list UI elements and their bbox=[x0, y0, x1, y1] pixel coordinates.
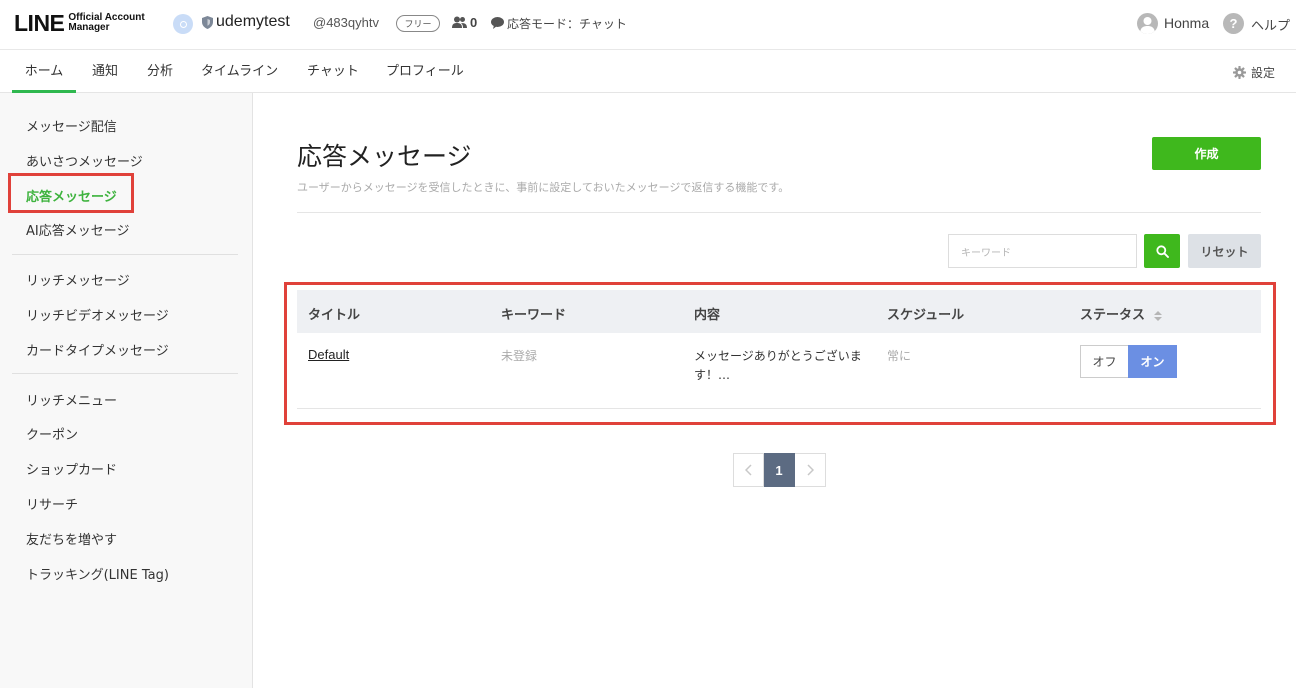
row-title-link[interactable]: Default bbox=[308, 347, 349, 362]
tab-profile[interactable]: プロフィール bbox=[386, 51, 464, 93]
sidebar-item-research[interactable]: リサーチ bbox=[26, 494, 78, 513]
search-button[interactable] bbox=[1144, 234, 1180, 268]
account-id: @483qyhtv bbox=[313, 15, 379, 30]
status-toggle[interactable]: オフ オン bbox=[1080, 345, 1177, 378]
create-button[interactable]: 作成 bbox=[1152, 137, 1261, 170]
page-description: ユーザーからメッセージを受信したときに、事前に設定しておいたメッセージで返信する… bbox=[297, 181, 790, 194]
table-header: タイトル キーワード 内容 スケジュール ステータス bbox=[297, 290, 1261, 333]
sort-icon bbox=[1153, 310, 1162, 321]
column-header-title: タイトル bbox=[308, 308, 361, 323]
user-avatar-icon[interactable] bbox=[1137, 13, 1158, 34]
prev-page-button[interactable] bbox=[733, 453, 764, 487]
sidebar-item-rich-video-message[interactable]: リッチビデオメッセージ bbox=[26, 305, 169, 324]
tab-timeline[interactable]: タイムライン bbox=[201, 51, 278, 93]
sidebar-item-greeting-message[interactable]: あいさつメッセージ bbox=[26, 151, 143, 170]
sidebar-item-ai-response[interactable]: AI応答メッセージ bbox=[26, 220, 129, 239]
sidebar-item-tracking[interactable]: トラッキング(LINE Tag) bbox=[26, 564, 169, 583]
logo-subtitle: Official Account Manager bbox=[68, 12, 145, 33]
next-page-button[interactable] bbox=[795, 453, 826, 487]
keyword-search-input[interactable]: キーワード bbox=[948, 234, 1137, 268]
status-off-button[interactable]: オフ bbox=[1080, 345, 1128, 378]
sidebar-item-shop-card[interactable]: ショップカード bbox=[26, 459, 117, 478]
settings-label: 設定 bbox=[1251, 66, 1276, 80]
account-avatar[interactable] bbox=[173, 14, 193, 34]
friends-count: 0 bbox=[470, 15, 478, 30]
help-icon[interactable]: ? bbox=[1223, 13, 1244, 34]
highlight-box-sidebar bbox=[8, 173, 134, 213]
sidebar-item-coupon[interactable]: クーポン bbox=[26, 424, 78, 443]
tab-chat[interactable]: チャット bbox=[307, 51, 359, 93]
sidebar-item-message-delivery[interactable]: メッセージ配信 bbox=[26, 116, 117, 135]
plan-badge: フリー bbox=[396, 15, 440, 32]
row-schedule: 常に bbox=[887, 349, 912, 363]
page-number-button[interactable]: 1 bbox=[764, 453, 795, 487]
sidebar-divider bbox=[12, 254, 238, 255]
chat-icon bbox=[491, 17, 504, 29]
line-logo[interactable]: LINE Official Account Manager bbox=[14, 10, 145, 36]
column-header-keyword: キーワード bbox=[501, 308, 567, 323]
sidebar-item-rich-menu[interactable]: リッチメニュー bbox=[26, 390, 117, 409]
shield-icon bbox=[202, 16, 213, 29]
row-keyword: 未登録 bbox=[501, 349, 538, 363]
sidebar-item-increase-friends[interactable]: 友だちを増やす bbox=[26, 529, 117, 548]
help-link[interactable]: ヘルプ bbox=[1251, 15, 1290, 34]
tab-home[interactable]: ホーム bbox=[12, 51, 76, 93]
header-divider bbox=[297, 212, 1261, 213]
sidebar-item-card-type-message[interactable]: カードタイプメッセージ bbox=[26, 340, 169, 359]
gear-icon bbox=[1233, 66, 1246, 79]
account-name[interactable]: udemytest bbox=[216, 13, 290, 31]
tab-notifications[interactable]: 通知 bbox=[92, 51, 118, 93]
row-content: メッセージありがとうございます！… bbox=[694, 349, 862, 382]
chevron-left-icon bbox=[745, 464, 752, 476]
column-header-schedule: スケジュール bbox=[887, 308, 965, 323]
pagination: 1 bbox=[733, 453, 826, 487]
chevron-right-icon bbox=[806, 464, 814, 476]
table-row: Default 未登録 メッセージありがとうございます！… 常に オフ オン bbox=[297, 333, 1261, 409]
logo-text: LINE bbox=[14, 10, 65, 36]
sidebar-item-rich-message[interactable]: リッチメッセージ bbox=[26, 270, 130, 289]
column-header-status[interactable]: ステータス bbox=[1080, 304, 1162, 323]
page-title: 応答メッセージ bbox=[297, 142, 472, 171]
reset-button[interactable]: リセット bbox=[1188, 234, 1261, 268]
friends-icon bbox=[452, 16, 467, 28]
settings-button[interactable]: 設定 bbox=[1233, 64, 1275, 81]
response-mode-link[interactable]: 応答モード：チャット bbox=[507, 15, 627, 32]
search-icon bbox=[1155, 244, 1169, 258]
main-nav: ホーム 通知 分析 タイムライン チャット プロフィール 設定 bbox=[0, 51, 1296, 93]
sidebar-divider bbox=[12, 373, 238, 374]
status-on-button[interactable]: オン bbox=[1128, 345, 1177, 378]
column-header-content: 内容 bbox=[694, 308, 721, 323]
top-bar: LINE Official Account Manager udemytest @… bbox=[0, 0, 1296, 50]
tab-analytics[interactable]: 分析 bbox=[147, 51, 173, 93]
user-name[interactable]: Honma bbox=[1164, 15, 1209, 31]
